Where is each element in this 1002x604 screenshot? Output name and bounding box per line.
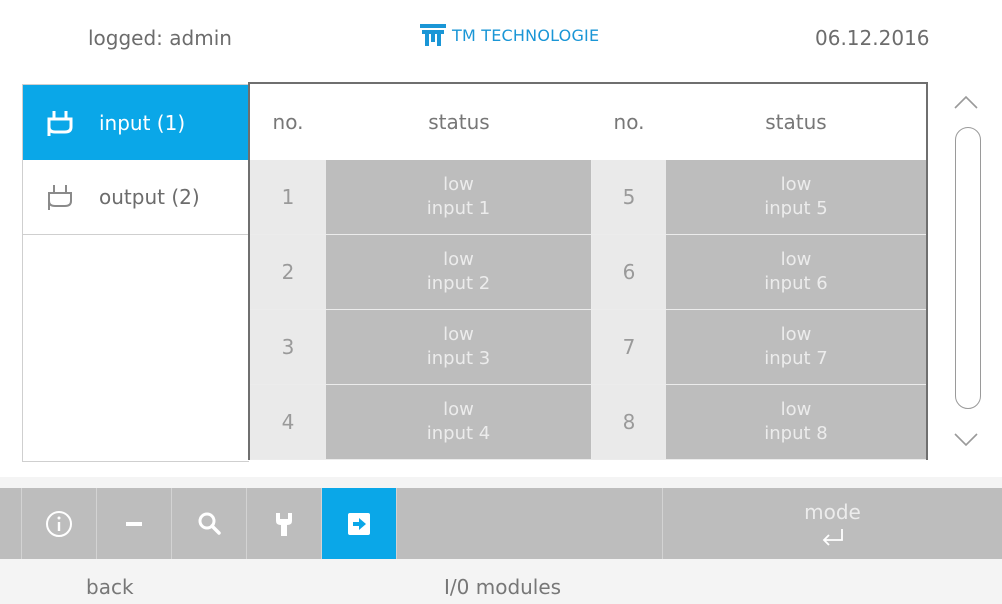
- info-icon: [46, 510, 72, 537]
- top-bar: logged: admin TM TECHNOLOGIE 06.12.2016: [0, 0, 1002, 63]
- sidebar-item-input[interactable]: input (1): [23, 85, 249, 160]
- channel-name: input 1: [426, 198, 491, 219]
- channel-number: 6: [592, 235, 666, 310]
- status-value: low: [443, 399, 474, 420]
- channel-number: 5: [592, 160, 666, 235]
- search-icon: [198, 512, 221, 535]
- status-value: low: [443, 249, 474, 270]
- plug-icon: [47, 110, 73, 136]
- column-header-status: status: [666, 84, 926, 160]
- mode-button[interactable]: mode: [663, 488, 1002, 559]
- status-value: low: [443, 324, 474, 345]
- wrench-icon: [276, 512, 292, 536]
- brand-name: TM TECHNOLOGIE: [452, 25, 600, 45]
- channel-name: input 6: [764, 273, 828, 294]
- search-button[interactable]: [172, 488, 247, 559]
- back-button[interactable]: back: [86, 575, 134, 599]
- io-status-table: no. status no. status 1 low input 1 5 lo…: [248, 82, 928, 460]
- column-header-no: no.: [250, 84, 327, 160]
- status-value: low: [780, 324, 812, 345]
- sidebar-item-label: input (1): [99, 110, 186, 135]
- channel-status-cell[interactable]: low input 4: [326, 385, 592, 460]
- date-label: 06.12.2016: [815, 26, 930, 50]
- status-value: low: [780, 399, 812, 420]
- table-row: 2 low input 2 6 low input 6: [250, 235, 926, 310]
- table-row: 3 low input 3 7 low input 7: [250, 310, 926, 385]
- channel-number: 4: [250, 385, 326, 460]
- channel-status-cell[interactable]: low input 2: [326, 235, 592, 310]
- plug-icon: [48, 185, 72, 210]
- column-header-status: status: [326, 84, 593, 160]
- channel-number: 2: [250, 235, 326, 310]
- table-row: 4 low input 4 8 low input 8: [250, 385, 926, 460]
- scroll-up-icon[interactable]: [951, 92, 981, 112]
- status-value: low: [443, 174, 474, 195]
- arrow-right-icon: [348, 512, 370, 535]
- minus-icon: [126, 521, 142, 526]
- channel-name: input 3: [426, 348, 491, 369]
- channel-status-cell[interactable]: low input 3: [326, 310, 592, 385]
- sidebar-item-label: output (2): [99, 185, 200, 209]
- channel-name: input 8: [764, 423, 828, 444]
- main-content: input (1) output (2) no. status no. stat…: [0, 62, 1002, 477]
- toolbar-edge: [0, 488, 22, 559]
- channel-number: 8: [592, 385, 666, 460]
- channel-number: 3: [250, 310, 326, 385]
- channel-number: 7: [592, 310, 666, 385]
- status-value: low: [780, 249, 812, 270]
- sidebar-item-output[interactable]: output (2): [23, 160, 249, 235]
- scrollbar-track[interactable]: [955, 127, 981, 409]
- module-sidebar: input (1) output (2): [22, 84, 249, 462]
- logged-user-label: logged: admin: [88, 26, 232, 50]
- navigate-button[interactable]: [322, 488, 397, 559]
- channel-status-cell[interactable]: low input 6: [666, 235, 926, 310]
- info-button[interactable]: [22, 488, 97, 559]
- channel-status-cell[interactable]: low input 7: [666, 310, 926, 385]
- channel-number: 1: [250, 160, 326, 235]
- channel-name: input 7: [764, 348, 828, 369]
- scroll-down-icon[interactable]: [951, 430, 981, 450]
- channel-status-cell[interactable]: low input 5: [666, 160, 926, 235]
- page-title: I/0 modules: [444, 575, 562, 599]
- table-row: 1 low input 1 5 low input 5: [250, 160, 926, 235]
- minus-button[interactable]: [97, 488, 172, 559]
- status-value: low: [780, 174, 812, 195]
- channel-name: input 4: [426, 423, 491, 444]
- settings-button[interactable]: [247, 488, 322, 559]
- footer-bar: back I/0 modules: [0, 559, 1002, 604]
- enter-arrow-icon: [822, 528, 843, 546]
- channel-name: input 5: [764, 198, 828, 219]
- tm-logo-icon: [420, 24, 446, 46]
- mode-label: mode: [804, 499, 861, 524]
- bottom-toolbar: mode: [0, 488, 1002, 559]
- channel-status-cell[interactable]: low input 8: [666, 385, 926, 460]
- column-header-no: no.: [592, 84, 667, 160]
- channel-status-cell[interactable]: low input 1: [326, 160, 592, 235]
- channel-name: input 2: [426, 273, 491, 294]
- toolbar-spacer: [398, 488, 663, 559]
- brand-logo: TM TECHNOLOGIE: [420, 24, 599, 46]
